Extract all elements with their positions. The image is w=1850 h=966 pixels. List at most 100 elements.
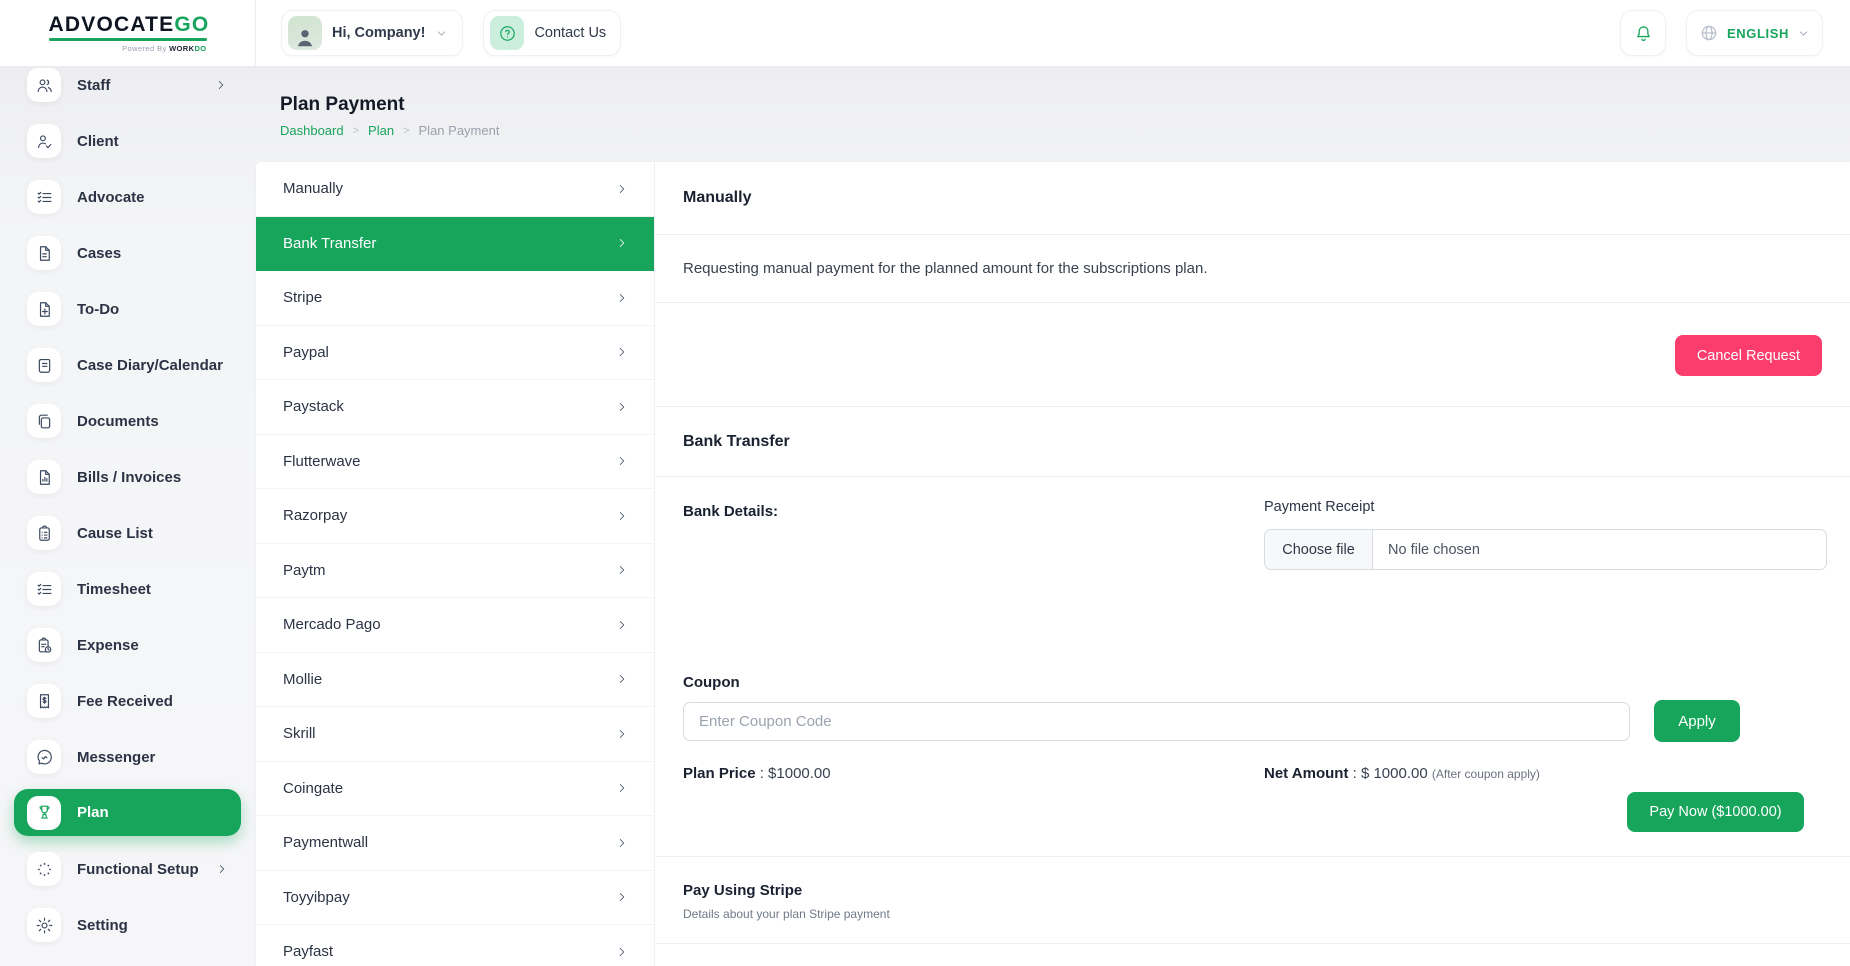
contact-us-label: Contact Us <box>534 25 606 41</box>
sidebar-item-label: Fee Received <box>77 693 173 710</box>
sidebar-item-advocate[interactable]: Advocate <box>0 169 256 225</box>
file-plus-icon <box>27 292 61 326</box>
sidebar-item-cause-list[interactable]: Cause List <box>0 505 256 561</box>
user-greeting: Hi, Company! <box>332 25 425 41</box>
method-item-mollie[interactable]: Mollie <box>256 653 654 708</box>
trophy-icon <box>27 796 61 830</box>
user-avatar <box>288 16 322 50</box>
method-item-razorpay[interactable]: Razorpay <box>256 489 654 544</box>
chevron-right-icon <box>615 291 629 305</box>
method-item-label: Mercado Pago <box>283 616 381 633</box>
sidebar-item-expense[interactable]: Expense <box>0 617 256 673</box>
method-item-coingate[interactable]: Coingate <box>256 762 654 817</box>
method-item-skrill[interactable]: Skrill <box>256 707 654 762</box>
method-item-manually[interactable]: Manually <box>256 162 654 217</box>
pay-now-button[interactable]: Pay Now ($1000.00) <box>1627 792 1804 832</box>
chevron-right-icon <box>615 890 629 904</box>
plan-payment-card: Manually Bank Transfer Stripe Paypal Pay… <box>256 162 1850 966</box>
method-item-label: Payfast <box>283 943 333 960</box>
chevron-right-icon <box>615 509 629 523</box>
logo-underline <box>49 38 207 41</box>
breadcrumb: Dashboard > Plan > Plan Payment <box>280 123 499 138</box>
sidebar-item-label: Expense <box>77 637 139 654</box>
method-item-paymentwall[interactable]: Paymentwall <box>256 816 654 871</box>
plan-price-label: Plan Price <box>683 765 756 782</box>
breadcrumb-link-plan[interactable]: Plan <box>368 123 394 138</box>
stripe-subtitle: Details about your plan Stripe payment <box>683 907 1822 921</box>
manually-description: Requesting manual payment for the planne… <box>683 260 1208 277</box>
cancel-request-row: Cancel Request <box>655 303 1850 407</box>
sidebar-item-setting[interactable]: Setting <box>0 897 256 953</box>
cancel-request-button[interactable]: Cancel Request <box>1675 335 1822 376</box>
apply-coupon-button[interactable]: Apply <box>1654 700 1740 742</box>
copy-icon <box>27 404 61 438</box>
sidebar-nav: Staff Client Advocate Cases To-Do Case D… <box>0 57 256 966</box>
globe-icon <box>1699 23 1719 43</box>
sidebar-item-label: Setting <box>77 917 128 934</box>
user-menu[interactable]: Hi, Company! <box>281 10 463 56</box>
coupon-label: Coupon <box>683 674 740 691</box>
manually-title: Manually <box>683 189 751 207</box>
method-item-paypal[interactable]: Paypal <box>256 326 654 381</box>
method-item-label: Paymentwall <box>283 834 368 851</box>
bank-details-heading: Bank Details: <box>683 503 778 520</box>
coupon-code-input[interactable] <box>683 702 1630 741</box>
sidebar-item-functional-setup[interactable]: Functional Setup <box>0 841 256 897</box>
users-icon <box>27 68 61 102</box>
journal-icon <box>27 348 61 382</box>
checklist-icon <box>27 572 61 606</box>
payment-receipt-file-input[interactable]: Choose file No file chosen <box>1264 529 1827 570</box>
method-item-paytm[interactable]: Paytm <box>256 544 654 599</box>
chevron-right-icon <box>615 182 629 196</box>
manually-description-row: Requesting manual payment for the planne… <box>655 235 1850 303</box>
clipboard-icon <box>27 516 61 550</box>
sidebar-item-documents[interactable]: Documents <box>0 393 256 449</box>
sidebar-item-case-diary-calendar[interactable]: Case Diary/Calendar <box>0 337 256 393</box>
sidebar-item-client[interactable]: Client <box>0 113 256 169</box>
method-item-paystack[interactable]: Paystack <box>256 380 654 435</box>
chevron-right-icon <box>215 862 229 876</box>
breadcrumb-separator: > <box>353 125 359 137</box>
method-item-label: Paystack <box>283 398 344 415</box>
notifications-button[interactable] <box>1620 10 1666 56</box>
language-selector[interactable]: ENGLISH <box>1686 10 1823 56</box>
method-item-label: Flutterwave <box>283 453 361 470</box>
sidebar-item-bills-invoices[interactable]: Bills / Invoices <box>0 449 256 505</box>
sidebar-item-label: Case Diary/Calendar <box>77 357 223 374</box>
page-title: Plan Payment <box>280 94 499 116</box>
payment-receipt-label: Payment Receipt <box>1264 499 1374 515</box>
chevron-right-icon <box>615 400 629 414</box>
sidebar-item-to-do[interactable]: To-Do <box>0 281 256 337</box>
sidebar-item-messenger[interactable]: Messenger <box>0 729 256 785</box>
chevron-right-icon <box>615 727 629 741</box>
sidebar-item-cases[interactable]: Cases <box>0 225 256 281</box>
sidebar-item-fee-received[interactable]: Fee Received <box>0 673 256 729</box>
chevron-right-icon <box>615 618 629 632</box>
sidebar-item-label: Functional Setup <box>77 861 199 878</box>
method-item-label: Stripe <box>283 289 322 306</box>
method-item-payfast[interactable]: Payfast <box>256 925 654 966</box>
app-logo[interactable]: ADVOCATEGO Powered By WORKDO <box>49 13 207 53</box>
breadcrumb-link-dashboard[interactable]: Dashboard <box>280 123 344 138</box>
dots-icon <box>27 852 61 886</box>
sidebar-item-timesheet[interactable]: Timesheet <box>0 561 256 617</box>
bank-transfer-section-header: Bank Transfer <box>655 407 1850 477</box>
method-item-flutterwave[interactable]: Flutterwave <box>256 435 654 490</box>
method-item-toyyibpay[interactable]: Toyyibpay <box>256 871 654 926</box>
contact-us-button[interactable]: Contact Us <box>483 10 621 56</box>
method-item-label: Paytm <box>283 562 326 579</box>
payment-content: Manually Requesting manual payment for t… <box>655 162 1850 966</box>
net-amount-note: (After coupon apply) <box>1432 767 1540 781</box>
method-item-label: Bank Transfer <box>283 235 376 252</box>
file-chosen-status: No file chosen <box>1373 530 1480 569</box>
question-circle-icon <box>490 16 524 50</box>
sidebar-item-plan[interactable]: Plan <box>14 789 241 836</box>
method-item-mercado-pago[interactable]: Mercado Pago <box>256 598 654 653</box>
sidebar-item-label: Messenger <box>77 749 155 766</box>
receipt-icon <box>27 684 61 718</box>
method-item-bank-transfer[interactable]: Bank Transfer <box>256 217 654 272</box>
method-item-stripe[interactable]: Stripe <box>256 271 654 326</box>
bank-transfer-body: Bank Details: Payment Receipt Choose fil… <box>655 477 1850 857</box>
logo-section: ADVOCATEGO Powered By WORKDO <box>0 0 256 66</box>
choose-file-button[interactable]: Choose file <box>1265 530 1373 569</box>
